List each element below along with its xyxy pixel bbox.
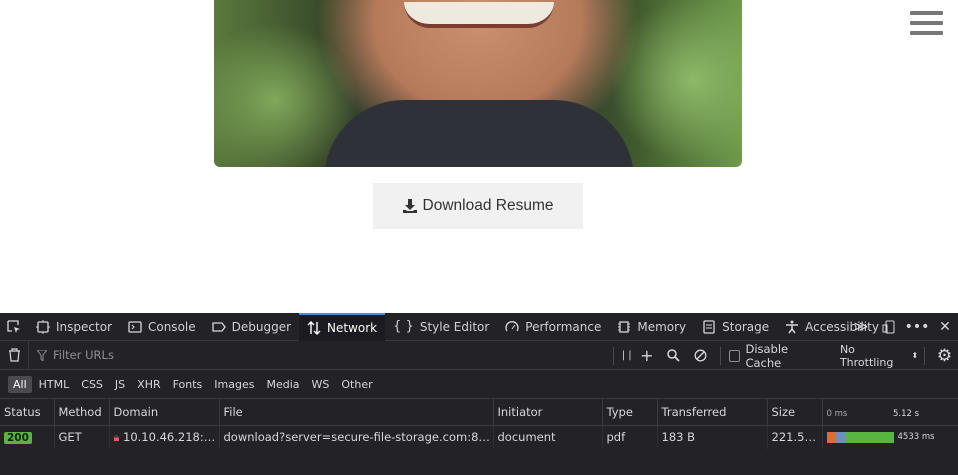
waterfall-time: 4533 ms: [897, 432, 935, 443]
tab-style-editor[interactable]: { } Style Editor: [385, 313, 497, 341]
devtools-tabbar: Inspector Console Debugger Network { } S…: [0, 312, 958, 341]
filter-xhr[interactable]: XHR: [132, 376, 165, 393]
photo-smile: [404, 2, 554, 28]
col-type[interactable]: Type: [602, 399, 658, 426]
filter-js[interactable]: JS: [110, 376, 130, 393]
col-initiator[interactable]: Initiator: [493, 399, 603, 426]
updown-icon: ⬍: [911, 351, 919, 360]
filter-html[interactable]: HTML: [34, 376, 75, 393]
add-request-icon[interactable]: +: [633, 341, 660, 370]
more-options-icon[interactable]: •••: [904, 313, 930, 341]
waterfall-end: 5.12 s: [892, 408, 920, 419]
tab-inspector[interactable]: Inspector: [28, 313, 120, 341]
profile-photo: [214, 0, 742, 167]
tab-console[interactable]: Console: [120, 313, 204, 341]
download-icon: [402, 199, 417, 213]
web-page: Download Resume: [0, 0, 958, 313]
row-waterfall: 4533 ms: [822, 425, 958, 449]
download-button-label: Download Resume: [422, 197, 554, 214]
row-file: download?server=secure-file-storage.com:…: [219, 425, 494, 449]
row-status: 200: [0, 425, 55, 449]
row-type: pdf: [602, 425, 658, 449]
col-method[interactable]: Method: [54, 399, 110, 426]
search-icon[interactable]: [660, 341, 687, 370]
performance-icon: [505, 320, 519, 331]
tab-performance[interactable]: Performance: [497, 313, 609, 341]
network-toolbar-actions: | | + Disable Cache No Throttling ⬍ ⚙: [607, 341, 958, 370]
tab-memory[interactable]: Memory: [609, 313, 694, 341]
status-badge: 200: [4, 432, 32, 445]
row-transferred: 183 B: [657, 425, 768, 449]
checkbox-box: [728, 349, 741, 362]
tab-storage[interactable]: Storage: [694, 313, 777, 341]
table-header-row: Status Method Domain File Initiator Type…: [0, 399, 958, 426]
filter-urls-input[interactable]: Filter URLs: [28, 340, 606, 370]
col-waterfall[interactable]: 0 ms 5.12 s: [822, 399, 958, 426]
wf-receive-bar: [844, 432, 894, 444]
request-type-filters: All HTML CSS JS XHR Fonts Images Media W…: [0, 370, 958, 399]
waterfall-bars: [826, 430, 894, 444]
filter-css[interactable]: CSS: [76, 376, 108, 393]
inspector-icon: [36, 319, 50, 334]
wf-connect-bar: [835, 432, 845, 444]
requests-table: Status Method Domain File Initiator Type…: [0, 399, 958, 449]
wf-blocked-bar: [826, 432, 836, 444]
disable-cache-checkbox[interactable]: Disable Cache: [728, 342, 824, 370]
filter-ws[interactable]: WS: [307, 376, 335, 393]
hamburger-menu-icon[interactable]: [910, 11, 943, 39]
photo-shirt: [324, 100, 634, 167]
element-picker-icon[interactable]: [0, 313, 28, 341]
col-transferred[interactable]: Transferred: [657, 399, 768, 426]
network-icon: [307, 320, 321, 335]
table-row[interactable]: 200 GET 🔒︎ 10.10.46.218:8... download?se…: [0, 425, 958, 449]
console-icon: [128, 320, 142, 333]
waterfall-start: 0 ms: [826, 408, 848, 419]
filter-other[interactable]: Other: [336, 376, 377, 393]
close-devtools-icon[interactable]: ✕: [932, 313, 958, 341]
throttling-select[interactable]: No Throttling ⬍: [840, 343, 918, 369]
devtools-panel: Inspector Console Debugger Network { } S…: [0, 312, 958, 475]
filter-images[interactable]: Images: [209, 376, 259, 393]
filter-fonts[interactable]: Fonts: [168, 376, 208, 393]
clear-requests-icon[interactable]: [0, 348, 28, 362]
tab-network[interactable]: Network: [299, 312, 386, 341]
memory-icon: [618, 320, 631, 333]
col-file[interactable]: File: [219, 399, 494, 426]
style-editor-icon: { }: [393, 319, 414, 334]
tab-debugger[interactable]: Debugger: [204, 313, 299, 341]
pause-icon[interactable]: | |: [620, 341, 633, 370]
filter-media[interactable]: Media: [261, 376, 304, 393]
row-method: GET: [54, 425, 110, 449]
devtools-tab-actions: ≫ ••• ✕: [848, 313, 958, 341]
more-tabs-icon[interactable]: ≫: [848, 313, 874, 341]
row-initiator: document: [493, 425, 603, 449]
col-status[interactable]: Status: [0, 399, 55, 426]
settings-gear-icon[interactable]: ⚙: [931, 341, 958, 370]
responsive-design-icon[interactable]: [876, 313, 902, 341]
storage-icon: [703, 319, 715, 334]
filter-all[interactable]: All: [8, 375, 32, 393]
col-size[interactable]: Size: [767, 399, 823, 426]
debugger-icon: [211, 321, 226, 332]
download-resume-button[interactable]: Download Resume: [373, 183, 583, 229]
accessibility-icon: [786, 320, 799, 333]
row-size: 221.52 ...: [767, 425, 823, 449]
insecure-lock-icon: 🔒︎: [113, 430, 120, 444]
waterfall-timing: 4533 ms: [826, 430, 958, 444]
col-domain[interactable]: Domain: [109, 399, 220, 426]
filter-icon: [37, 349, 47, 361]
network-toolbar: Filter URLs | | + Disable Cache No Throt…: [0, 340, 958, 370]
row-domain: 🔒︎ 10.10.46.218:8...: [109, 425, 220, 449]
block-icon[interactable]: [687, 341, 714, 370]
